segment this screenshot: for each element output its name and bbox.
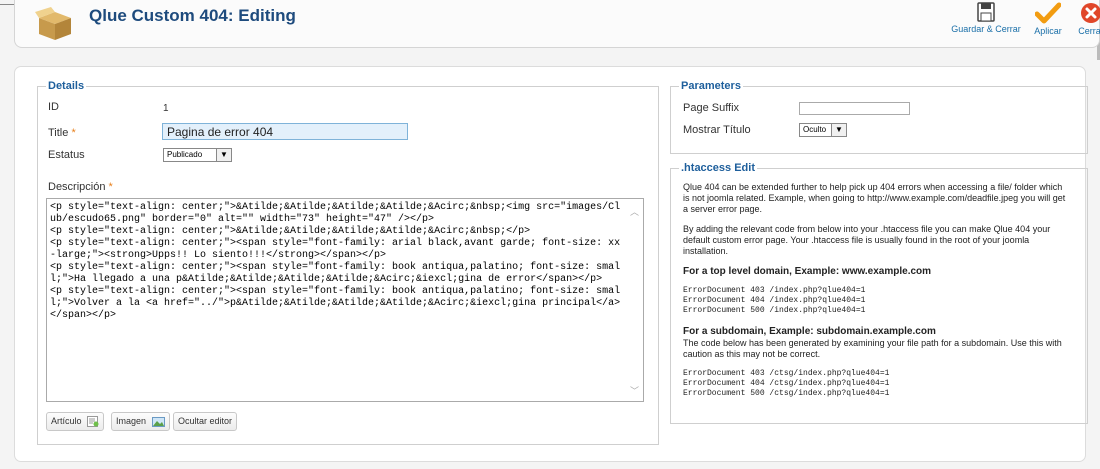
subdomain-note: The code below has been generated by exa…	[683, 338, 1062, 359]
save-close-label: Guardar & Cerrar	[951, 24, 1021, 34]
editor-scrollbar[interactable]: ︿ ﹀	[626, 199, 643, 401]
subdomain-code: ErrorDocument 403 /ctsg/index.php?qlue40…	[683, 369, 890, 398]
chevron-down-icon: ▼	[216, 149, 231, 161]
top-level-code: ErrorDocument 403 /index.php?qlue404=1 E…	[683, 286, 866, 315]
show-title-select[interactable]: Oculto ▼	[799, 123, 847, 137]
checkmark-icon	[1035, 2, 1061, 24]
toggle-editor-label: Ocultar editor	[178, 416, 233, 426]
status-select[interactable]: Publicado ▼	[163, 148, 232, 162]
parameters-legend: Parameters	[681, 80, 741, 92]
toolbar: Qlue Custom 404: Editing Guardar & Cerra…	[14, 0, 1100, 48]
subdomain-heading: For a subdomain, Example: subdomain.exam…	[683, 326, 936, 337]
status-label: Estatus	[48, 149, 85, 161]
apply-label: Aplicar	[1034, 26, 1062, 36]
required-mark: *	[71, 127, 76, 139]
article-icon	[87, 416, 99, 428]
image-button[interactable]: Imagen	[111, 412, 170, 431]
article-button-label: Artículo	[51, 416, 82, 426]
image-button-label: Imagen	[116, 416, 147, 426]
page-suffix-input[interactable]	[799, 102, 910, 115]
id-label: ID	[48, 101, 59, 113]
description-label-text: Descripción	[48, 181, 106, 193]
details-legend: Details	[48, 80, 85, 92]
image-icon	[151, 416, 165, 427]
htaccess-instructions: By adding the relevant code from below i…	[683, 224, 1051, 256]
toggle-editor-button[interactable]: Ocultar editor	[173, 412, 238, 431]
close-label: Cerrar	[1078, 26, 1100, 36]
required-mark: *	[108, 181, 113, 193]
title-label-text: Title	[48, 127, 69, 139]
description-editor[interactable]: <p style="text-align: center;">&Atilde;&…	[46, 198, 644, 402]
save-close-button[interactable]: Guardar & Cerrar	[949, 2, 1023, 34]
parameters-fieldset: Parameters	[670, 80, 1088, 154]
article-button[interactable]: Artículo	[46, 412, 105, 431]
close-button[interactable]: Cerrar	[1071, 2, 1100, 36]
show-title-label: Mostrar Título	[683, 124, 751, 136]
htaccess-intro: Qlue 404 can be extended further to help…	[683, 182, 1066, 214]
title-label: Title *	[48, 127, 76, 139]
chevron-down-icon: ▼	[831, 124, 846, 136]
description-label: Descripción *	[48, 181, 113, 193]
scroll-down-icon[interactable]: ﹀	[630, 384, 639, 397]
page-suffix-label: Page Suffix	[683, 102, 740, 114]
id-value: 1	[163, 103, 169, 114]
htaccess-body: Qlue 404 can be extended further to help…	[683, 182, 1069, 409]
close-icon	[1081, 3, 1100, 23]
description-textarea[interactable]: <p style="text-align: center;">&Atilde;&…	[50, 202, 624, 322]
box-icon	[35, 7, 71, 40]
floppy-disk-icon	[977, 2, 995, 22]
apply-button[interactable]: Aplicar	[1029, 2, 1067, 36]
page-title: Qlue Custom 404: Editing	[89, 6, 296, 25]
status-select-value: Publicado	[167, 150, 203, 159]
scroll-up-icon[interactable]: ︿	[630, 205, 639, 218]
htaccess-legend: .htaccess Edit	[681, 162, 755, 174]
show-title-select-value: Oculto	[803, 125, 827, 134]
top-level-heading: For a top level domain, Example: www.exa…	[683, 266, 932, 277]
title-input[interactable]	[162, 123, 408, 140]
